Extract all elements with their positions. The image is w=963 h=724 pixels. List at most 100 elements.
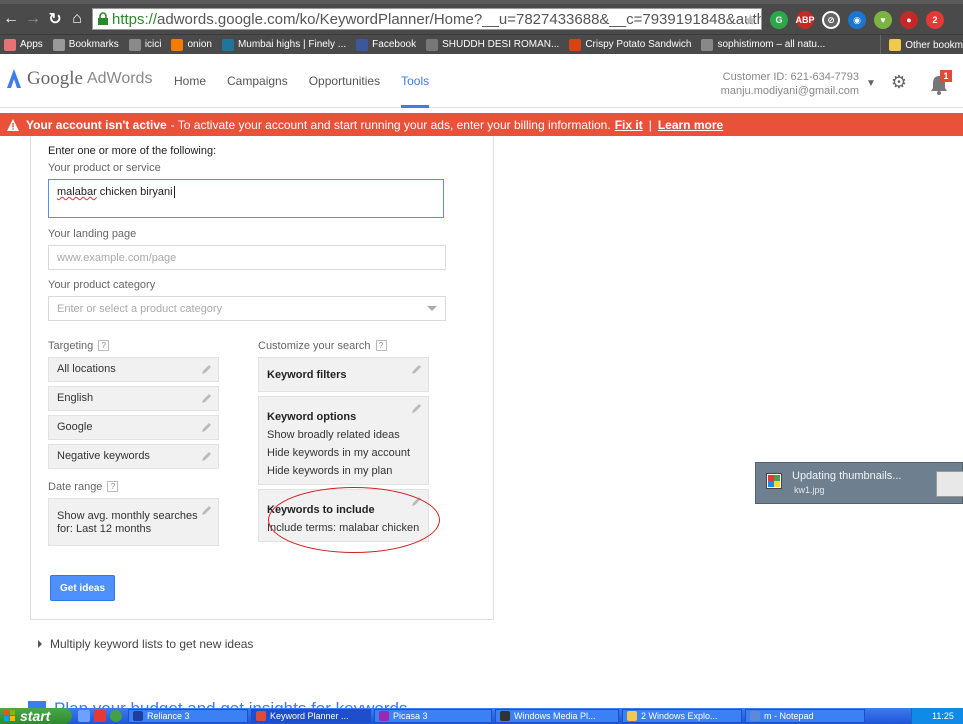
adwords-header: Google AdWords Home Campaigns Opportunit…	[0, 54, 963, 108]
blogger-icon	[171, 38, 184, 51]
back-icon[interactable]: ←	[0, 8, 22, 30]
category-label: Your product category	[48, 279, 156, 291]
keyword-options-card[interactable]: Keyword options Show broadly related ide…	[258, 396, 429, 485]
other-bookmarks[interactable]: Other bookm	[880, 35, 963, 54]
bookmark-star-icon[interactable]: ★	[744, 11, 757, 29]
taskbar-window-button[interactable]: Keyword Planner ...	[251, 709, 371, 723]
date-range-help-icon[interactable]: ?	[107, 481, 119, 492]
address-bar[interactable]: https://adwords.google.com/ko/KeywordPla…	[92, 8, 762, 30]
targeting-item[interactable]: English	[48, 386, 219, 411]
bookmark-item[interactable]: sophistimom – all natu...	[701, 38, 825, 51]
quick-launch-app-icon[interactable]	[78, 710, 90, 722]
keyword-filters-card[interactable]: Keyword filters	[258, 357, 429, 392]
quick-launch-app-icon[interactable]	[94, 710, 106, 722]
pencil-icon[interactable]	[201, 422, 212, 433]
bookmark-item[interactable]: onion	[171, 38, 212, 51]
app-icon	[750, 711, 760, 721]
account-email: manju.modiyani@gmail.com	[720, 85, 859, 97]
notification-file: kw1.jpg	[794, 485, 825, 495]
adblock-icon[interactable]: ABP	[796, 11, 815, 29]
bookmark-item[interactable]: Facebook	[356, 38, 416, 51]
app-icon	[379, 711, 389, 721]
bookmark-item[interactable]: Bookmarks	[52, 38, 119, 51]
notifications-bell-icon[interactable]: 1	[928, 70, 954, 96]
system-tray: 11:25	[911, 708, 963, 724]
nav-home[interactable]: Home	[174, 74, 206, 108]
targeting-item[interactable]: All locations	[48, 357, 219, 382]
fix-it-link[interactable]: Fix it	[615, 118, 643, 132]
bookmark-item[interactable]: Crispy Potato Sandwich	[569, 38, 691, 51]
product-input[interactable]: malabar chicken biryani	[48, 179, 444, 218]
targeting-label: Targeting?	[48, 340, 110, 352]
bookmark-item[interactable]: SHUDDH DESI ROMAN...	[426, 38, 559, 51]
pencil-icon[interactable]	[411, 364, 422, 375]
screen: ← → ↻ ⌂ https://adwords.google.com/ko/Ke…	[0, 0, 963, 724]
customize-help-icon[interactable]: ?	[375, 340, 387, 351]
adwords-logo-icon	[7, 69, 21, 88]
date-range-selector[interactable]: Show avg. monthly searches for: Last 12 …	[48, 498, 219, 546]
account-info[interactable]: Customer ID: 621-634-7793 manju.modiyani…	[721, 70, 859, 98]
nav-tools[interactable]: Tools	[401, 74, 430, 108]
folder-icon	[889, 39, 902, 51]
pencil-icon[interactable]	[201, 451, 212, 462]
landing-page-input[interactable]: www.example.com/page	[48, 245, 446, 270]
red-annotation-ellipse	[268, 487, 440, 553]
pencil-icon[interactable]	[201, 393, 212, 404]
url-text: adwords.google.com/ko/KeywordPlanner/Hom…	[157, 10, 762, 28]
notification-count-badge: 1	[940, 70, 952, 82]
heart-icon[interactable]: ♥	[874, 11, 892, 29]
app-icon	[133, 711, 143, 721]
alert-message: - To activate your account and start run…	[170, 117, 611, 132]
app-icon	[500, 711, 510, 721]
bookmark-item[interactable]: Apps	[4, 38, 43, 51]
reload-icon[interactable]: ↻	[44, 8, 66, 30]
targeting-help-icon[interactable]: ?	[98, 340, 110, 351]
customer-id: Customer ID: 621-634-7793	[722, 71, 859, 83]
lock-icon	[97, 12, 109, 26]
grammarly-icon[interactable]: G	[770, 11, 788, 29]
taskbar-window-button[interactable]: Picasa 3	[374, 709, 492, 723]
gear-icon[interactable]: ⚙	[889, 72, 909, 92]
pencil-icon[interactable]	[201, 364, 212, 375]
bank-icon	[128, 38, 141, 51]
bookmark-item[interactable]: Mumbai highs | Finely ...	[221, 38, 346, 51]
facebook-icon	[356, 38, 369, 51]
adwords-logo[interactable]: Google AdWords	[6, 68, 152, 90]
thumbnail-preview	[936, 471, 963, 497]
pencil-icon[interactable]	[411, 403, 422, 414]
windows-taskbar: start Reliance 3 Keyword Planner ... Picas…	[0, 708, 963, 724]
windows-flag-icon	[4, 710, 15, 721]
nav-campaigns[interactable]: Campaigns	[227, 74, 288, 108]
nav-opportunities[interactable]: Opportunities	[309, 74, 380, 108]
taskbar-window-button[interactable]: 2 Windows Explo...	[622, 709, 742, 723]
targeting-item[interactable]: Google	[48, 415, 219, 440]
forward-icon[interactable]: →	[22, 8, 44, 30]
bookmarks-bar: Apps Bookmarks icici onion Mumbai highs | Fi…	[0, 34, 963, 54]
multiply-keywords-link[interactable]: Multiply keyword lists to get new ideas	[38, 637, 253, 651]
notification-title: Updating thumbnails...	[792, 470, 902, 482]
clock[interactable]: 11:25	[932, 711, 954, 721]
chat-icon[interactable]: ◉	[848, 11, 866, 29]
product-input-value: malabar chicken biryani	[57, 186, 175, 198]
abp-badge-icon[interactable]: 2	[926, 11, 944, 29]
category-select[interactable]: Enter or select a product category	[48, 296, 446, 321]
browser-toolbar: ← → ↻ ⌂ https://adwords.google.com/ko/Ke…	[0, 4, 963, 34]
chevron-down-icon	[427, 306, 437, 311]
lastpass-icon[interactable]: ●	[900, 11, 918, 29]
home-icon[interactable]: ⌂	[66, 8, 88, 30]
film-icon	[426, 38, 439, 51]
taskbar-window-button[interactable]: Reliance 3	[128, 709, 248, 723]
account-dropdown-icon[interactable]: ▼	[866, 78, 876, 89]
block-icon[interactable]: ⊘	[822, 11, 840, 29]
chrome-icon[interactable]	[110, 710, 122, 722]
product-label: Your product or service	[48, 162, 161, 174]
taskbar-window-button[interactable]: Windows Media Pl...	[495, 709, 619, 723]
get-ideas-button[interactable]: Get ideas	[50, 575, 115, 601]
start-button[interactable]: start	[0, 708, 72, 724]
targeting-item[interactable]: Negative keywords	[48, 444, 219, 469]
learn-more-link[interactable]: Learn more	[658, 118, 723, 132]
taskbar-window-button[interactable]: m - Notepad	[745, 709, 865, 723]
bookmark-item[interactable]: icici	[128, 38, 161, 51]
picasa-notification[interactable]: Updating thumbnails... kw1.jpg	[755, 462, 963, 504]
pencil-icon[interactable]	[201, 505, 212, 516]
